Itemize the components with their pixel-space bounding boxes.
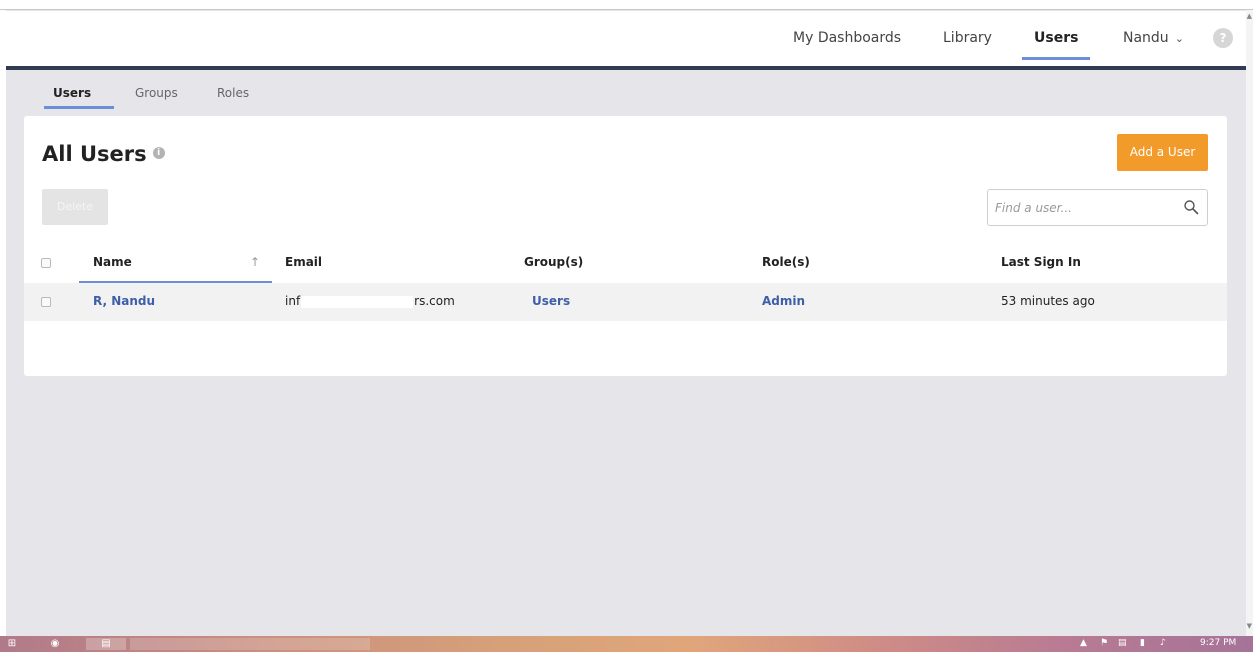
search-input[interactable] [995, 199, 1165, 217]
volume-icon[interactable]: ♪ [1160, 638, 1166, 648]
column-header-name[interactable]: Name [93, 255, 132, 269]
delete-button[interactable]: Delete [42, 189, 108, 225]
os-taskbar: ⊞ ◉ ▤ ▲ ⚑ ▤ ▮ ♪ 9:27 PM [0, 636, 1253, 652]
user-name-link[interactable]: R, Nandu [93, 294, 155, 308]
tab-groups[interactable]: Groups [135, 86, 178, 100]
nav-users-active-indicator [1022, 57, 1090, 60]
scroll-up-arrow-icon[interactable]: ▲ [1247, 12, 1252, 20]
network-icon[interactable]: ▤ [1118, 638, 1127, 648]
info-icon[interactable]: i [152, 147, 165, 159]
user-last-sign-in: 53 minutes ago [1001, 294, 1095, 308]
user-menu[interactable]: Nandu ⌄ [1123, 30, 1184, 46]
firefox-icon[interactable]: ◉ [48, 638, 62, 650]
taskbar-clock[interactable]: 9:27 PM [1200, 638, 1236, 648]
user-email-start: inf [285, 294, 301, 308]
nav-my-dashboards[interactable]: My Dashboards [793, 30, 901, 46]
help-icon[interactable]: ? [1213, 28, 1233, 48]
taskbar-app-slot[interactable] [130, 638, 370, 650]
tab-users[interactable]: Users [53, 86, 91, 100]
user-groups-link[interactable]: Users [532, 294, 570, 308]
column-header-groups[interactable]: Group(s) [524, 255, 583, 269]
search-icon[interactable] [1183, 199, 1199, 215]
tab-users-active-indicator [44, 106, 114, 109]
tab-roles[interactable]: Roles [217, 86, 249, 100]
sort-ascending-icon[interactable]: ↑ [250, 255, 260, 269]
row-checkbox[interactable] [41, 297, 51, 307]
nav-library[interactable]: Library [943, 30, 992, 46]
window-top-edge [0, 0, 1253, 10]
user-email: inf rs.com [285, 294, 455, 308]
scroll-down-arrow-icon[interactable]: ▼ [1247, 622, 1252, 630]
column-header-last-sign-in[interactable]: Last Sign In [1001, 255, 1081, 269]
select-all-checkbox[interactable] [41, 258, 51, 268]
battery-icon[interactable]: ▮ [1140, 638, 1145, 648]
nav-users[interactable]: Users [1034, 30, 1078, 46]
page-title-text: All Users [42, 142, 147, 166]
column-header-email[interactable]: Email [285, 255, 322, 269]
add-user-button[interactable]: Add a User [1117, 134, 1208, 171]
window-left-edge [0, 10, 6, 636]
user-roles-link[interactable]: Admin [762, 294, 805, 308]
users-panel: All Users i Add a User Delete Name ↑ Emai… [24, 116, 1227, 376]
user-email-end: rs.com [414, 294, 455, 308]
header-divider-bar [6, 66, 1246, 70]
search-box [987, 189, 1208, 226]
tray-expand-icon[interactable]: ▲ [1080, 638, 1087, 648]
windows-start-icon[interactable]: ⊞ [6, 638, 18, 650]
user-menu-label: Nandu [1123, 30, 1169, 46]
flag-icon[interactable]: ⚑ [1100, 638, 1108, 648]
page-scrollbar[interactable] [1246, 10, 1253, 636]
page-title: All Users i [42, 142, 165, 166]
column-header-roles[interactable]: Role(s) [762, 255, 810, 269]
chevron-down-icon: ⌄ [1174, 32, 1184, 45]
file-explorer-icon[interactable]: ▤ [86, 638, 126, 650]
email-redaction [301, 295, 414, 308]
